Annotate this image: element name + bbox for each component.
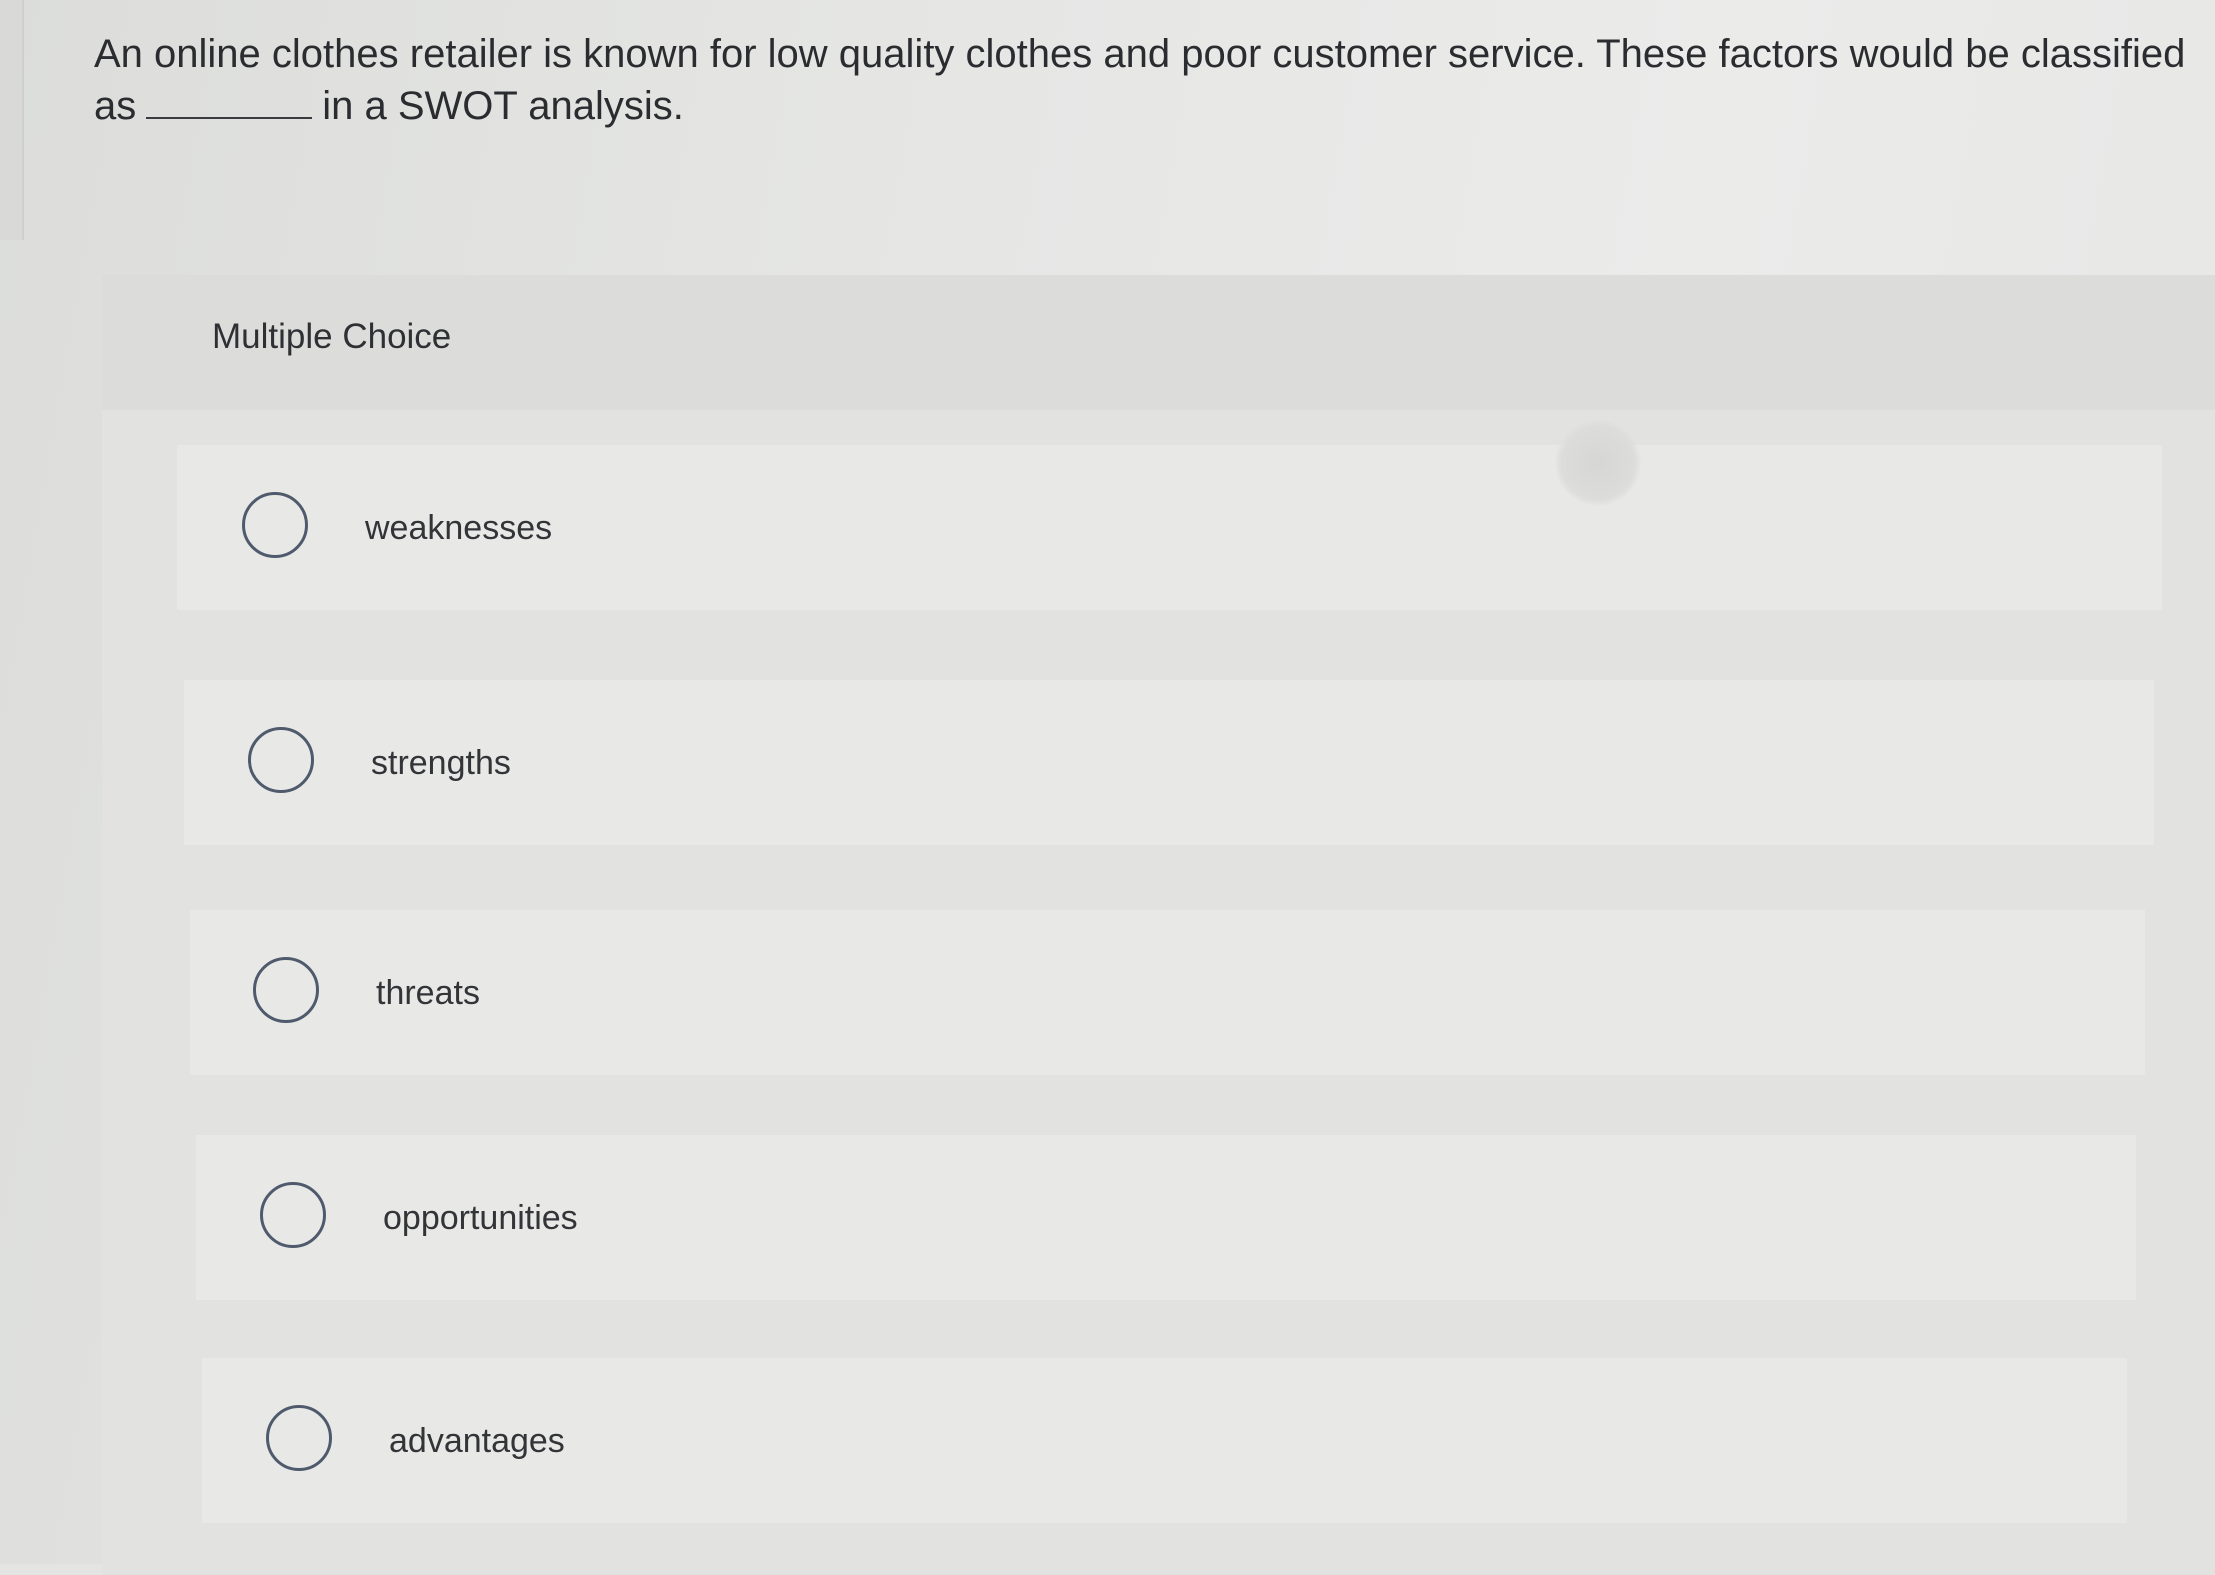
multiple-choice-panel: Multiple Choice weaknesses strengths thr… <box>102 275 2215 1575</box>
option-weaknesses[interactable]: weaknesses <box>177 445 2162 610</box>
question-line-2-prefix: as <box>94 84 137 128</box>
option-threats[interactable]: threats <box>190 910 2145 1075</box>
radio-button-icon[interactable] <box>248 726 314 793</box>
option-label: weaknesses <box>365 508 553 547</box>
option-label: strengths <box>371 743 511 782</box>
radio-button-icon[interactable] <box>260 1181 326 1248</box>
option-strengths[interactable]: strengths <box>184 680 2154 845</box>
question-line-2: as in a SWOT analysis. <box>94 80 2215 132</box>
option-advantages[interactable]: advantages <box>202 1358 2127 1523</box>
screen-smudge <box>1555 420 1641 506</box>
multiple-choice-header: Multiple Choice <box>102 275 2215 410</box>
radio-button-icon[interactable] <box>266 1404 332 1471</box>
option-label: threats <box>376 973 480 1012</box>
question-prompt: An online clothes retailer is known for … <box>94 28 2215 132</box>
option-label: advantages <box>389 1421 565 1460</box>
question-line-1: An online clothes retailer is known for … <box>94 32 2186 76</box>
multiple-choice-options: weaknesses strengths threats opportuniti… <box>102 410 2215 1575</box>
option-opportunities[interactable]: opportunities <box>196 1135 2136 1300</box>
answer-blank <box>146 87 313 119</box>
radio-button-icon[interactable] <box>242 491 308 558</box>
multiple-choice-title: Multiple Choice <box>212 317 452 356</box>
option-label: opportunities <box>383 1198 578 1237</box>
left-edge-panel <box>0 0 24 240</box>
radio-button-icon[interactable] <box>253 956 319 1023</box>
question-line-2-suffix: in a SWOT analysis. <box>322 84 684 128</box>
page-background: An online clothes retailer is known for … <box>0 0 2215 1575</box>
